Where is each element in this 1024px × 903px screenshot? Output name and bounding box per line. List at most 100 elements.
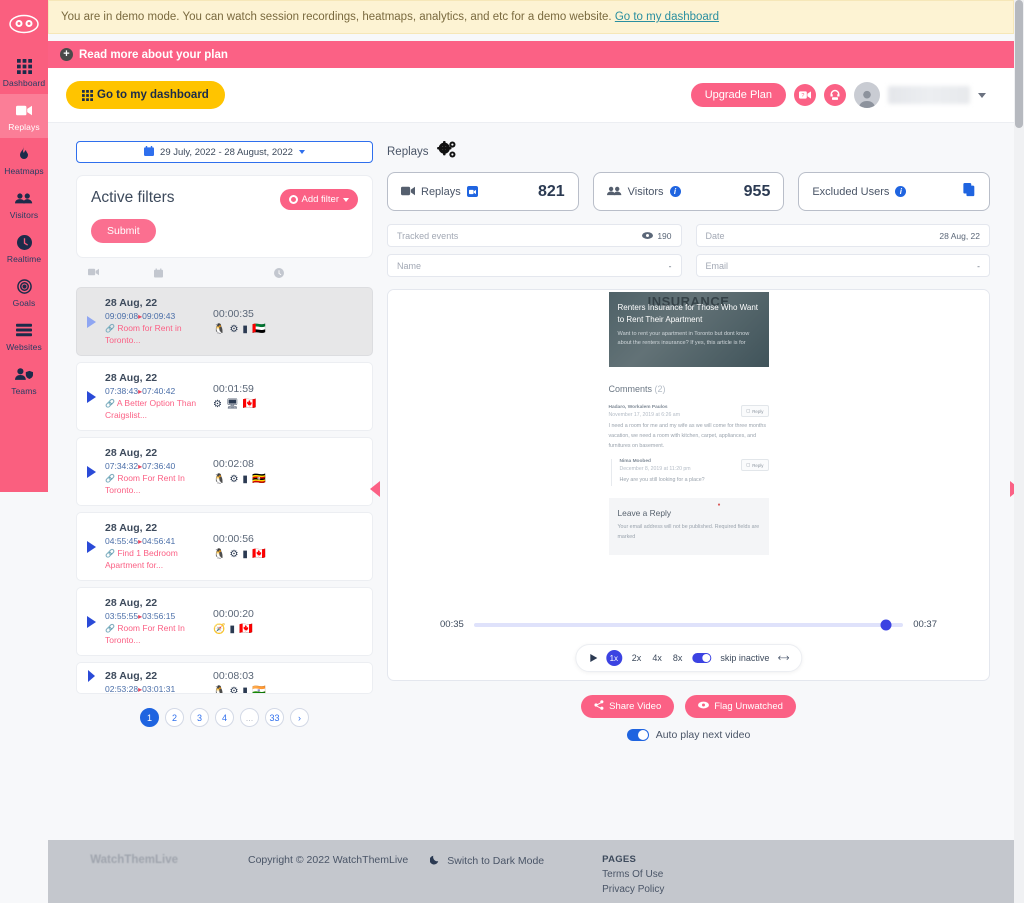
seek-thumb[interactable]: [880, 619, 892, 630]
dark-mode-toggle[interactable]: Switch to Dark Mode: [408, 854, 544, 868]
session-player[interactable]: INSURANCE Renters Insurance for Those Wh…: [387, 289, 990, 681]
table-row[interactable]: 28 Aug, 22 07:38:43▸07:40:42 🔗 A Better …: [76, 362, 373, 431]
page-1-button[interactable]: 1: [140, 708, 159, 727]
add-filter-button[interactable]: Add filter: [279, 189, 358, 210]
reply-button[interactable]: ▢ Reply: [741, 405, 769, 417]
video-question-icon[interactable]: ?: [794, 84, 816, 106]
page-next-button[interactable]: ›: [290, 708, 309, 727]
replayed-site-frame: INSURANCE Renters Insurance for Those Wh…: [388, 290, 989, 602]
chevron-down-icon[interactable]: [978, 92, 986, 98]
page-3-button[interactable]: 3: [190, 708, 209, 727]
share-video-button[interactable]: Share Video: [581, 695, 675, 718]
comments-count: (2): [654, 384, 666, 394]
scrollbar-thumb[interactable]: [1015, 0, 1023, 128]
go-to-dashboard-button[interactable]: Go to my dashboard: [66, 81, 225, 109]
play-icon[interactable]: [83, 540, 99, 553]
linux-icon: 🐧: [213, 549, 226, 560]
play-icon[interactable]: [83, 615, 99, 628]
session-fields: Tracked events 190 Name - Date 28 Aug, 2…: [387, 224, 990, 277]
stat-value: 821: [537, 182, 565, 200]
demo-banner-link[interactable]: Go to my dashboard: [615, 11, 719, 23]
table-row[interactable]: 28 Aug, 22 02:53:28▸03:01:31 00:08:03 🐧 …: [76, 662, 373, 694]
page-33-button[interactable]: 33: [265, 708, 284, 727]
sidebar-item-realtime[interactable]: Realtime: [0, 226, 48, 270]
email-field[interactable]: Email -: [695, 254, 990, 277]
plan-banner[interactable]: + Read more about your plan: [48, 41, 1014, 68]
replay-start: 07:34:32: [105, 460, 139, 471]
avatar[interactable]: [854, 82, 880, 108]
speed-8x-button[interactable]: 8x: [672, 651, 684, 665]
seek-bar[interactable]: [473, 619, 904, 630]
expand-icon[interactable]: ⤢: [775, 650, 791, 665]
footer-link-privacy[interactable]: Privacy Policy: [602, 884, 664, 895]
play-icon[interactable]: [83, 315, 99, 328]
name-field[interactable]: Name -: [387, 254, 682, 277]
skip-inactive-toggle[interactable]: [692, 653, 712, 663]
sidebar-item-visitors[interactable]: Visitors: [0, 182, 48, 226]
date-field[interactable]: Date 28 Aug, 22: [695, 224, 990, 247]
sidebar-item-heatmaps[interactable]: Heatmaps: [0, 138, 48, 182]
tracked-events-field[interactable]: Tracked events 190: [387, 224, 682, 247]
sidebar-item-dashboard[interactable]: Dashboard: [0, 50, 48, 94]
play-icon[interactable]: [83, 390, 99, 403]
copy-icon[interactable]: [963, 183, 976, 200]
replay-page[interactable]: 🔗 Room for Rent in Toronto...: [105, 323, 209, 346]
column-clock-icon: [274, 268, 284, 281]
headset-icon[interactable]: [824, 84, 846, 106]
sidebar-item-goals[interactable]: Goals: [0, 270, 48, 314]
date-range-picker[interactable]: 29 July, 2022 - 28 August, 2022: [76, 141, 373, 163]
stat-card-replays: Replays 821: [387, 172, 579, 211]
mobile-icon: ▮: [242, 324, 248, 335]
table-row[interactable]: 28 Aug, 22 03:55:55▸03:56:15 🔗 Room For …: [76, 587, 373, 656]
table-row[interactable]: 28 Aug, 22 09:09:08▸09:09:43 🔗 Room for …: [76, 287, 373, 356]
replay-meta: 🐧 ⚙ ▮ 🇮🇳: [213, 686, 362, 694]
replay-date: 28 Aug, 22: [105, 296, 158, 309]
country-flag: 🇺🇬: [251, 473, 266, 485]
sidebar-item-teams[interactable]: Teams: [0, 358, 48, 402]
video-badge-icon[interactable]: [466, 186, 478, 197]
mobile-icon: ▮: [242, 549, 248, 560]
upgrade-plan-button[interactable]: Upgrade Plan: [690, 83, 786, 107]
replay-page[interactable]: 🔗 Find 1 Bedroom Apartment for...: [105, 548, 209, 571]
speed-2x-button[interactable]: 2x: [631, 651, 643, 665]
total-time: 00:37: [913, 619, 937, 630]
footer-link-terms[interactable]: Terms Of Use: [602, 869, 664, 880]
speed-4x-button[interactable]: 4x: [651, 651, 663, 665]
table-row[interactable]: 28 Aug, 22 07:34:32▸07:36:40 🔗 Room For …: [76, 437, 373, 506]
speed-1x-button[interactable]: 1x: [605, 650, 622, 666]
article-title: Renters Insurance for Those Who Want to …: [617, 303, 759, 324]
share-icon: [594, 700, 604, 713]
stat-card-visitors: Visitors i 955: [592, 172, 785, 211]
flag-unwatched-button[interactable]: Flag Unwatched: [685, 695, 796, 718]
replay-page[interactable]: 🔗 Room For Rent In Toronto...: [105, 623, 209, 646]
replay-end: 07:40:42: [142, 385, 176, 396]
info-icon[interactable]: i: [895, 186, 907, 197]
comment-author: Nima Moobed: [619, 459, 651, 465]
replay-date: 28 Aug, 22: [105, 371, 158, 384]
replay-page[interactable]: 🔗 A Better Option Than Craigslist...: [105, 398, 209, 421]
page-2-button[interactable]: 2: [165, 708, 184, 727]
table-row[interactable]: 28 Aug, 22 04:55:45▸04:56:41 🔗 Find 1 Be…: [76, 512, 373, 581]
mobile-icon: ▮: [229, 624, 235, 635]
prev-replay-arrow[interactable]: [370, 481, 380, 497]
play-icon[interactable]: [83, 670, 99, 682]
stat-left: Replays: [401, 185, 478, 199]
replay-duration: 00:00:56: [213, 533, 254, 545]
gears-icon[interactable]: [436, 141, 457, 162]
sidebar-item-replays[interactable]: Replays: [0, 94, 48, 138]
info-icon[interactable]: i: [669, 186, 681, 197]
sidebar-label: Visitors: [9, 210, 39, 220]
play-icon[interactable]: [589, 654, 597, 662]
comments-heading: Comments (2): [608, 384, 666, 394]
submit-filters-button[interactable]: Submit: [91, 219, 156, 243]
play-icon[interactable]: [83, 465, 99, 478]
replay-page[interactable]: 🔗 Room For Rent In Toronto...: [105, 473, 209, 496]
replay-right: 00:08:03 🐧 ⚙ ▮ 🇮🇳: [209, 670, 362, 694]
autoplay-toggle[interactable]: [626, 729, 649, 741]
page-scrollbar[interactable]: [1014, 0, 1024, 903]
reply-button[interactable]: ▢ Reply: [741, 459, 769, 472]
page-4-button[interactable]: 4: [215, 708, 234, 727]
page-ellipsis: ...: [240, 708, 259, 727]
sidebar-item-websites[interactable]: Websites: [0, 314, 48, 358]
comment-2: Nima Moobed December 8, 2019 at 11:20 pm…: [610, 459, 769, 487]
